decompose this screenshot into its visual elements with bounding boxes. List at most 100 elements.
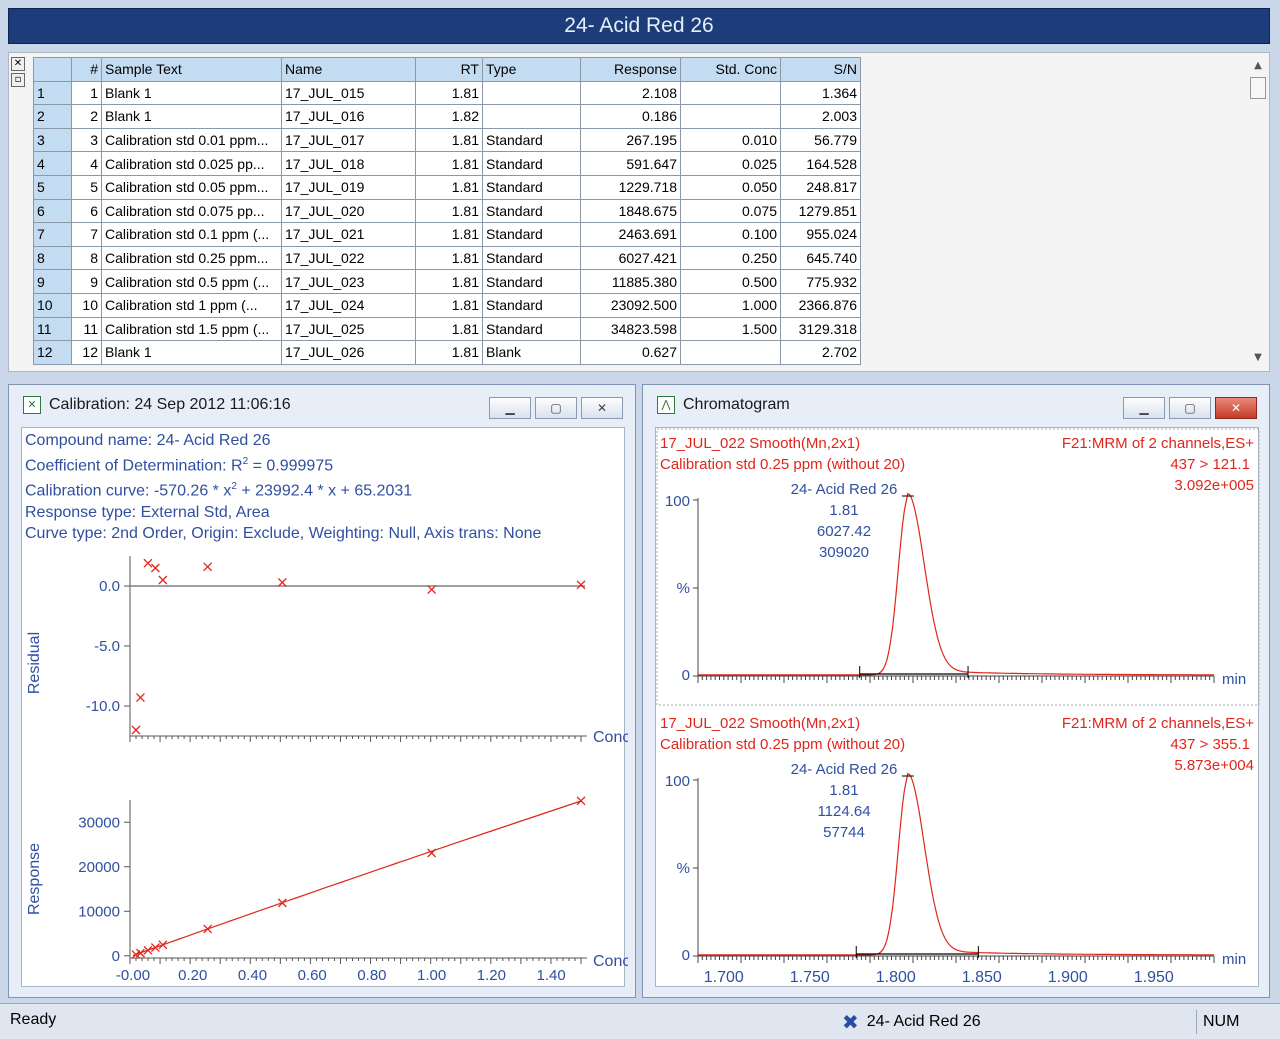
table-cell xyxy=(482,80,581,106)
calibration-curve-line xyxy=(132,800,582,957)
residual-point xyxy=(576,580,586,590)
table-cell: Calibration std 0.025 pp... xyxy=(101,151,282,176)
residual-point xyxy=(143,558,153,568)
table-cell: 34823.598 xyxy=(580,316,681,342)
table-cell: 1.81 xyxy=(415,316,483,342)
compound-icon: ✖ xyxy=(842,1010,859,1034)
table-row[interactable]: 5 5 Calibration std 0.05 ppm... 17_JUL_019 1… xyxy=(33,174,861,200)
table-cell: 10 xyxy=(71,292,102,318)
table-cell: 645.740 xyxy=(780,245,861,271)
table-cell: 1.81 xyxy=(415,222,483,247)
column-header[interactable]: S/N xyxy=(780,57,861,82)
table-row[interactable]: 12 12 Blank 1 17_JUL_026 1.81 Blank 0.627 2.702 xyxy=(33,340,861,365)
chromatogram-title: Chromatogram xyxy=(683,396,790,413)
maximize-icon[interactable]: ▢ xyxy=(535,397,577,419)
residual-point xyxy=(135,693,145,703)
table-row[interactable]: 4 4 Calibration std 0.025 pp... 17_JUL_018 1… xyxy=(33,151,861,176)
minimize-icon[interactable]: ▁ xyxy=(489,397,531,419)
peak-area: 1124.64 xyxy=(817,803,870,820)
table-cell: Standard xyxy=(482,151,581,176)
table-cell: Calibration std 0.1 ppm (... xyxy=(101,222,282,247)
column-header[interactable]: Name xyxy=(281,57,416,82)
peak-name: 24- Acid Red 26 xyxy=(791,761,898,778)
table-row[interactable]: 7 7 Calibration std 0.1 ppm (... 17_JUL_021… xyxy=(33,222,861,247)
response-y-label: Response xyxy=(26,843,43,915)
table-cell: 1.81 xyxy=(415,245,483,271)
response-x-tick-label: 0.80 xyxy=(357,967,386,984)
trace-intensity: 3.092e+005 xyxy=(1174,477,1254,494)
scroll-thumb[interactable] xyxy=(1250,77,1266,99)
response-point xyxy=(158,940,168,950)
table-row[interactable]: 2 2 Blank 1 17_JUL_016 1.82 0.186 2.003 xyxy=(33,104,861,129)
trace-transition: 437 > 121.1 xyxy=(1170,456,1250,473)
residual-y-tick-label: -10.0 xyxy=(86,698,120,715)
row-header: 7 xyxy=(33,222,72,247)
table-row[interactable]: 6 6 Calibration std 0.075 pp... 17_JUL_020 1… xyxy=(33,198,861,224)
x-tick-label: 1.750 xyxy=(790,969,830,986)
table-row[interactable]: 9 9 Calibration std 0.5 ppm (... 17_JUL_023… xyxy=(33,269,861,294)
scroll-down-icon[interactable]: ▼ xyxy=(1249,351,1267,365)
table-cell: 0.500 xyxy=(680,269,781,294)
table-cell: 0.050 xyxy=(680,174,781,200)
table-row[interactable]: 8 8 Calibration std 0.25 ppm... 17_JUL_022 1… xyxy=(33,245,861,271)
table-row[interactable]: 10 10 Calibration std 1 ppm (... 17_JUL_024… xyxy=(33,292,861,318)
column-header[interactable]: Std. Conc xyxy=(680,57,781,82)
column-header[interactable]: RT xyxy=(415,57,483,82)
table-cell: Standard xyxy=(482,245,581,271)
table-cell: 1.82 xyxy=(415,104,483,129)
peak-rt: 1.81 xyxy=(829,502,858,519)
table-cell: Standard xyxy=(482,174,581,200)
peak-rt: 1.81 xyxy=(829,782,858,799)
table-cell: Calibration std 0.25 ppm... xyxy=(101,245,282,271)
maximize-icon[interactable]: ▢ xyxy=(1169,397,1211,419)
vertical-scrollbar[interactable]: ▲ ▼ xyxy=(1249,59,1267,365)
close-table-icon[interactable]: ✕ xyxy=(11,57,25,71)
x-tick-label: 1.800 xyxy=(876,969,916,986)
table-cell: Calibration std 1.5 ppm (... xyxy=(101,316,282,342)
trace-description: Calibration std 0.25 ppm (without 20) xyxy=(660,736,905,753)
close-icon[interactable]: ✕ xyxy=(1215,397,1257,419)
window-title: 24- Acid Red 26 xyxy=(8,8,1270,44)
column-header[interactable]: # xyxy=(71,57,102,82)
table-cell: Calibration std 0.01 ppm... xyxy=(101,127,282,153)
table-cell: 17_JUL_022 xyxy=(281,245,416,271)
table-cell xyxy=(680,340,781,365)
table-row[interactable]: 11 11 Calibration std 1.5 ppm (... 17_JUL_0… xyxy=(33,316,861,342)
column-header[interactable] xyxy=(33,57,72,82)
table-cell: 17_JUL_021 xyxy=(281,222,416,247)
column-header[interactable]: Sample Text xyxy=(101,57,282,82)
minimize-icon[interactable]: ▁ xyxy=(1123,397,1165,419)
table-cell: 9 xyxy=(71,269,102,294)
table-cell: 1.81 xyxy=(415,198,483,224)
column-header[interactable]: Response xyxy=(580,57,681,82)
response-point xyxy=(150,943,160,953)
table-cell: 0.186 xyxy=(580,104,681,129)
x-label: min xyxy=(1222,951,1246,968)
table-cell: 2 xyxy=(71,104,102,129)
column-header[interactable]: Type xyxy=(482,57,581,82)
table-row[interactable]: 1 1 Blank 1 17_JUL_015 1.81 2.108 1.364 xyxy=(33,80,861,106)
table-cell: 2366.876 xyxy=(780,292,861,318)
response-y-tick-label: 30000 xyxy=(78,814,120,831)
restore-table-icon[interactable]: ▫ xyxy=(11,73,25,87)
x-tick-label: 1.700 xyxy=(704,969,744,986)
table-cell: 17_JUL_025 xyxy=(281,316,416,342)
residual-point xyxy=(277,577,287,587)
close-icon[interactable]: ✕ xyxy=(581,397,623,419)
table-cell: 2463.691 xyxy=(580,222,681,247)
table-cell: 17_JUL_016 xyxy=(281,104,416,129)
table-cell: 2.108 xyxy=(580,80,681,106)
y-tick-label: 100 xyxy=(665,493,690,510)
table-cell: Blank xyxy=(482,340,581,365)
trace-function: F21:MRM of 2 channels,ES+ xyxy=(1062,715,1254,732)
table-cell: 1.000 xyxy=(680,292,781,318)
table-cell: 955.024 xyxy=(780,222,861,247)
table-cell: 11 xyxy=(71,316,102,342)
chromatogram-body: 17_JUL_022 Smooth(Mn,2x1) Calibration std… xyxy=(655,427,1260,987)
table-cell: Calibration std 1 ppm (... xyxy=(101,292,282,318)
table-cell: Calibration std 0.075 pp... xyxy=(101,198,282,224)
table-row[interactable]: 3 3 Calibration std 0.01 ppm... 17_JUL_017 1… xyxy=(33,127,861,153)
application-window: 24- Acid Red 26 ✕ ▫ # Sample Text Name RT Ty… xyxy=(0,0,1280,1039)
response-point xyxy=(143,945,153,955)
scroll-up-icon[interactable]: ▲ xyxy=(1249,59,1267,73)
